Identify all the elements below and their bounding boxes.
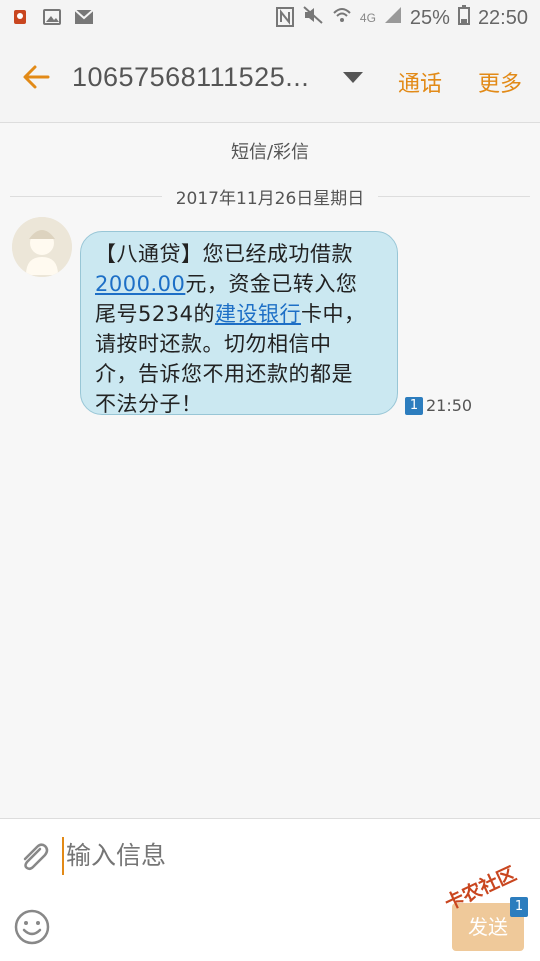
message-bubble[interactable]: 【八通贷】您已经成功借款 2000.00元，资金已转入您 尾号5234的建设银行… (80, 231, 398, 416)
avatar[interactable] (12, 217, 72, 277)
text-caret (62, 837, 64, 875)
nfc-icon (275, 6, 294, 30)
bank-link[interactable]: 建设银行 (215, 302, 301, 326)
gallery-icon (42, 7, 62, 27)
sim-badge: 1 (405, 397, 423, 415)
emoji-icon[interactable] (14, 909, 50, 945)
message-line: 【八通贷】您已经成功借款 (95, 242, 353, 266)
date-separator: 2017年11月26日星期日 (0, 184, 540, 209)
amount-link[interactable]: 2000.00 (95, 272, 185, 296)
date-label: 2017年11月26日星期日 (161, 189, 379, 209)
message-line: 尾号5234的建设银行卡中， (95, 302, 366, 326)
message-line: 介，告诉您不用还款的都是 (95, 362, 353, 386)
status-time: 22:50 (477, 6, 528, 29)
call-button[interactable]: 通话 (398, 66, 442, 98)
message-line: 不法分子！ (95, 392, 203, 416)
attach-icon[interactable] (16, 839, 52, 875)
status-bar: 4G 25% 22:50 (0, 0, 540, 36)
notification-app-icon (10, 7, 30, 27)
conversation-title[interactable]: 10657568111525... (72, 62, 309, 93)
message-line: 2000.00元，资金已转入您 (95, 272, 358, 296)
message-time: 21:50 (426, 396, 473, 415)
more-button[interactable]: 更多 (478, 66, 522, 98)
battery-percent: 25% (409, 6, 450, 29)
app-bar: 10657568111525... 通话 更多 (0, 36, 540, 123)
battery-icon (457, 5, 470, 31)
message-line: 请按时还款。切勿相信中 (95, 332, 332, 356)
send-sim-badge: 1 (510, 897, 528, 917)
wifi-icon (332, 5, 352, 31)
dropdown-arrow-icon[interactable] (343, 72, 363, 83)
back-arrow-icon[interactable] (20, 60, 54, 94)
channel-label: 短信/彩信 (230, 142, 310, 163)
mail-icon (74, 7, 94, 27)
message-input[interactable] (66, 841, 426, 870)
network-type: 4G (359, 11, 376, 25)
signal-icon (384, 6, 402, 30)
mute-icon (302, 5, 324, 31)
